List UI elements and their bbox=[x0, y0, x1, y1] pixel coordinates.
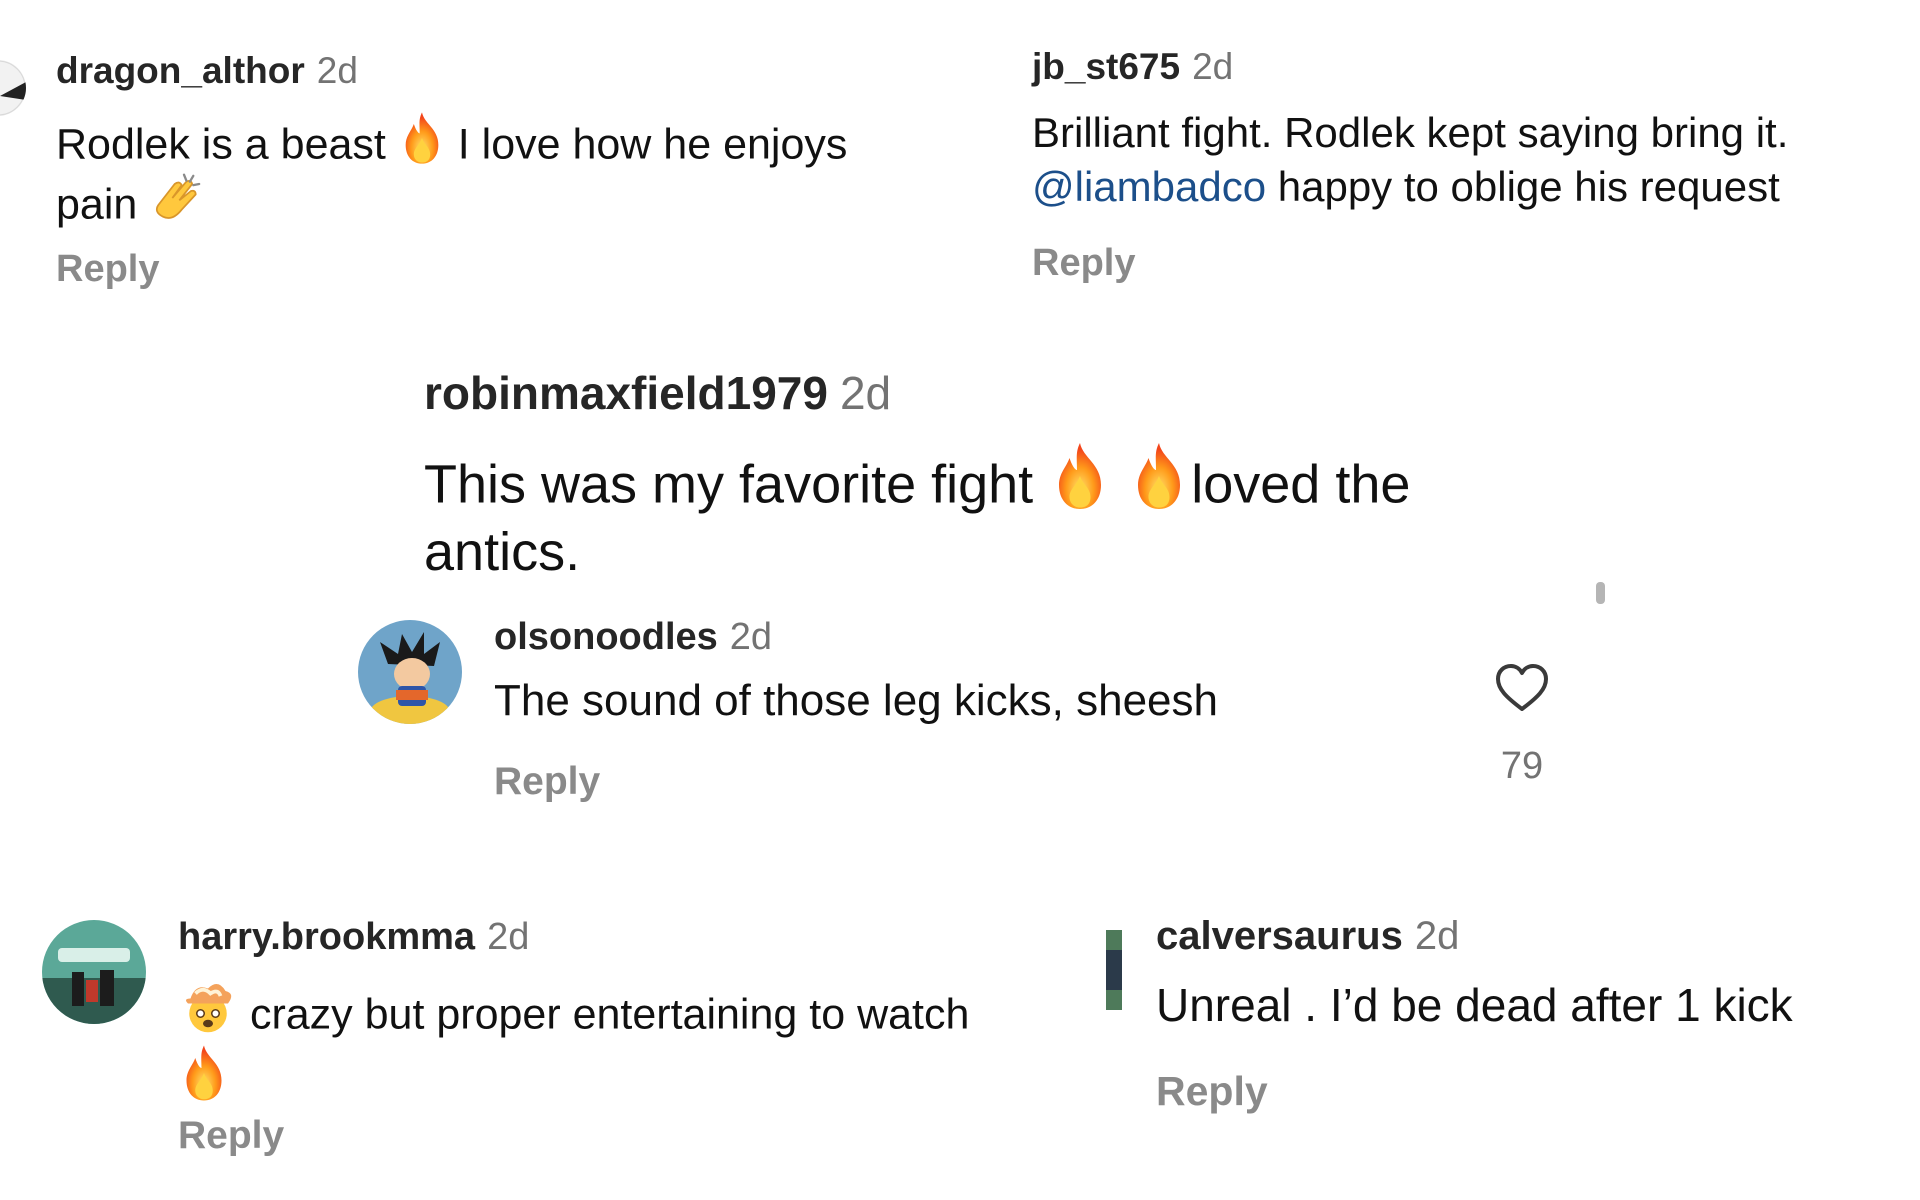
comment-username[interactable]: calversaurus bbox=[1156, 914, 1403, 959]
comment-text-part: Rodlek is a beast bbox=[56, 120, 398, 169]
comment-text-part: antics. bbox=[424, 522, 581, 583]
comment-text: Unreal . I’d be dead after 1 kick bbox=[1156, 979, 1793, 1031]
comment-time: 2d bbox=[839, 367, 892, 419]
comment-olsonoodles: olsonoodles 2d bbox=[494, 616, 772, 659]
scrollbar-thumb[interactable] bbox=[1596, 582, 1605, 604]
comment-time: 2d bbox=[487, 916, 530, 958]
comment-text-part: loved the bbox=[1191, 454, 1411, 515]
reply-button[interactable]: Reply bbox=[178, 1114, 284, 1158]
comment-text-part: pain bbox=[56, 180, 150, 229]
comment-time: 2d bbox=[1192, 46, 1234, 87]
comment-harry-brookmma: harry.brookmma 2d bbox=[178, 916, 529, 959]
comment-text-part: crazy but proper entertaining to watch bbox=[238, 990, 970, 1039]
reply-button[interactable]: Reply bbox=[56, 248, 159, 291]
avatar-image-icon bbox=[0, 60, 26, 116]
comment-time: 2d bbox=[316, 50, 358, 91]
comment-jb-st675: jb_st675 2d bbox=[1032, 46, 1233, 88]
reply-button[interactable]: Reply bbox=[494, 760, 600, 804]
comment-text: Brilliant fight. Rodlek kept saying brin… bbox=[1032, 106, 1912, 214]
fire-emoji-icon bbox=[398, 110, 446, 166]
comment-time: 2d bbox=[729, 616, 773, 658]
avatar-image-icon bbox=[358, 620, 462, 724]
reply-button[interactable]: Reply bbox=[1032, 242, 1135, 285]
comment-text: crazy but proper entertaining to watch bbox=[178, 976, 1098, 1111]
comment-username[interactable]: olsonoodles bbox=[494, 616, 718, 659]
fire-emoji-icon bbox=[1048, 440, 1112, 512]
avatar-image-icon bbox=[42, 920, 146, 1024]
fire-emoji-icon bbox=[178, 1043, 230, 1103]
heart-icon bbox=[1496, 664, 1548, 711]
user-avatar[interactable] bbox=[0, 60, 26, 116]
comment-robinmaxfield1979: robinmaxfield1979 2d bbox=[424, 366, 891, 420]
exploding-head-emoji-icon bbox=[178, 976, 238, 1036]
user-avatar[interactable] bbox=[42, 920, 146, 1024]
comment-text: Rodlek is a beast I love how he enjoys p… bbox=[56, 110, 956, 231]
comment-text-part: I love how he enjoys bbox=[445, 120, 848, 169]
comment-username[interactable]: harry.brookmma bbox=[178, 916, 475, 959]
comment-username[interactable]: dragon_althor bbox=[56, 50, 305, 92]
like-button[interactable] bbox=[1494, 662, 1550, 714]
mention-link[interactable]: @liambadco bbox=[1032, 163, 1266, 210]
comment-text-part: This was my favorite fight bbox=[424, 454, 1049, 515]
clapping-hands-emoji-icon bbox=[149, 170, 205, 226]
fire-emoji-icon bbox=[1127, 440, 1191, 512]
comment-calversaurus: calversaurus 2d bbox=[1156, 914, 1459, 959]
comment-time: 2d bbox=[1414, 914, 1460, 958]
comment-dragon-althor: dragon_althor 2d bbox=[56, 50, 358, 92]
user-avatar[interactable] bbox=[358, 620, 462, 724]
comment-text-part: happy to oblige his request bbox=[1266, 163, 1780, 210]
like-count: 79 bbox=[1500, 745, 1544, 787]
comment-text: This was my favorite fight loved the ant… bbox=[424, 440, 1624, 586]
comment-username[interactable]: jb_st675 bbox=[1032, 46, 1180, 88]
comment-text-part: Brilliant fight. Rodlek kept saying brin… bbox=[1032, 109, 1789, 156]
comment-username[interactable]: robinmaxfield1979 bbox=[424, 366, 828, 420]
comment-text: The sound of those leg kicks, sheesh bbox=[494, 676, 1218, 725]
reply-button[interactable]: Reply bbox=[1156, 1068, 1268, 1115]
